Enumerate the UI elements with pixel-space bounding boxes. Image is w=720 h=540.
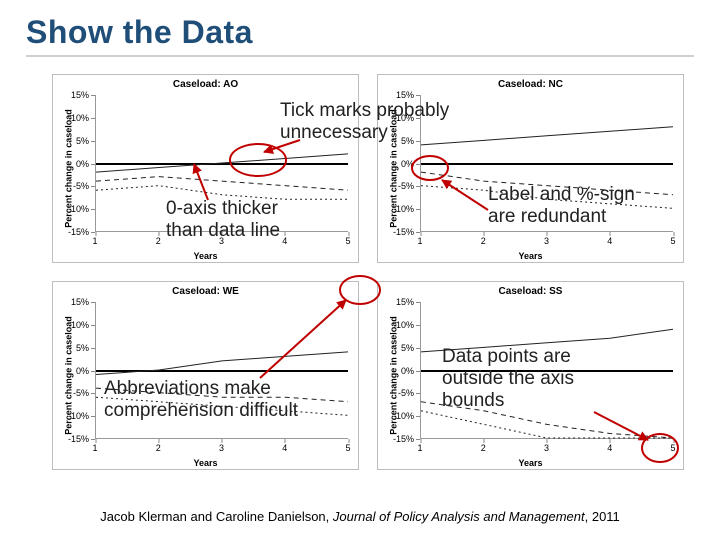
annotation-tickmarks: Tick marks probablyunnecessary <box>278 100 482 144</box>
annotation-label-redundant: Label and %-signare redundant <box>486 184 690 228</box>
y-tick-label: 0% <box>53 159 89 169</box>
x-tick-label: 2 <box>481 443 486 453</box>
chart-title: Caseload: AO <box>53 79 358 90</box>
y-tick-label: 15% <box>53 297 89 307</box>
x-tick-label: 5 <box>670 443 675 453</box>
y-tick-label: -10% <box>53 204 89 214</box>
y-tick-label: -15% <box>53 434 89 444</box>
x-tick-label: 4 <box>607 443 612 453</box>
x-axis-label: Years <box>53 251 358 261</box>
slide-title: Show the Data <box>26 14 694 57</box>
citation-journal: Journal of Policy Analysis and Managemen… <box>333 509 585 524</box>
y-tick-label: -15% <box>378 434 414 444</box>
y-tick-label: -5% <box>53 388 89 398</box>
x-tick-label: 1 <box>92 443 97 453</box>
x-tick-label: 5 <box>670 236 675 246</box>
citation-year: , 2011 <box>585 509 620 524</box>
x-axis-label: Years <box>53 458 358 468</box>
y-tick-label: 0% <box>378 366 414 376</box>
x-tick-label: 3 <box>544 443 549 453</box>
y-tick-label: 15% <box>378 297 414 307</box>
y-tick-label: 5% <box>378 343 414 353</box>
y-tick-label: -5% <box>378 181 414 191</box>
y-tick-label: -5% <box>53 181 89 191</box>
y-tick-label: 0% <box>53 366 89 376</box>
x-tick-label: 3 <box>544 236 549 246</box>
slide: Show the Data Caseload: AOPercent change… <box>0 0 720 540</box>
y-tick-label: -5% <box>378 388 414 398</box>
chart-panel-we: Caseload: WEPercent change in caseload15… <box>52 281 359 470</box>
y-tick-label: 15% <box>378 90 414 100</box>
citation-authors: Jacob Klerman and Caroline Danielson, <box>100 509 333 524</box>
x-tick-label: 2 <box>156 236 161 246</box>
x-tick-label: 5 <box>345 236 350 246</box>
y-tick-label: 10% <box>378 320 414 330</box>
chart-title: Caseload: SS <box>378 286 683 297</box>
y-tick-label: 5% <box>53 343 89 353</box>
y-tick-label: -15% <box>53 227 89 237</box>
x-tick-label: 1 <box>417 236 422 246</box>
y-tick-label: 0% <box>378 159 414 169</box>
annotation-abbreviations: Abbreviations makecomprehension difficul… <box>102 378 366 422</box>
x-tick-label: 1 <box>92 236 97 246</box>
x-axis-label: Years <box>378 251 683 261</box>
annotation-outside-bounds: Data points areoutside the axisbounds <box>440 346 644 412</box>
x-tick-label: 5 <box>345 443 350 453</box>
y-tick-label: -10% <box>53 411 89 421</box>
y-tick-label: 10% <box>53 113 89 123</box>
citation: Jacob Klerman and Caroline Danielson, Jo… <box>0 509 720 524</box>
y-tick-label: 15% <box>53 90 89 100</box>
y-tick-label: -15% <box>378 227 414 237</box>
x-tick-label: 4 <box>282 443 287 453</box>
x-axis-label: Years <box>378 458 683 468</box>
chart-title: Caseload: NC <box>378 79 683 90</box>
y-tick-label: 5% <box>53 136 89 146</box>
chart-title: Caseload: WE <box>53 286 358 297</box>
y-tick-label: -10% <box>378 204 414 214</box>
x-tick-label: 1 <box>417 443 422 453</box>
x-tick-label: 4 <box>607 236 612 246</box>
x-tick-label: 2 <box>481 236 486 246</box>
annotation-zero-axis: 0-axis thickerthan data line <box>164 198 338 242</box>
x-tick-label: 2 <box>156 443 161 453</box>
y-tick-label: -10% <box>378 411 414 421</box>
x-tick-label: 3 <box>219 443 224 453</box>
y-tick-label: 10% <box>53 320 89 330</box>
